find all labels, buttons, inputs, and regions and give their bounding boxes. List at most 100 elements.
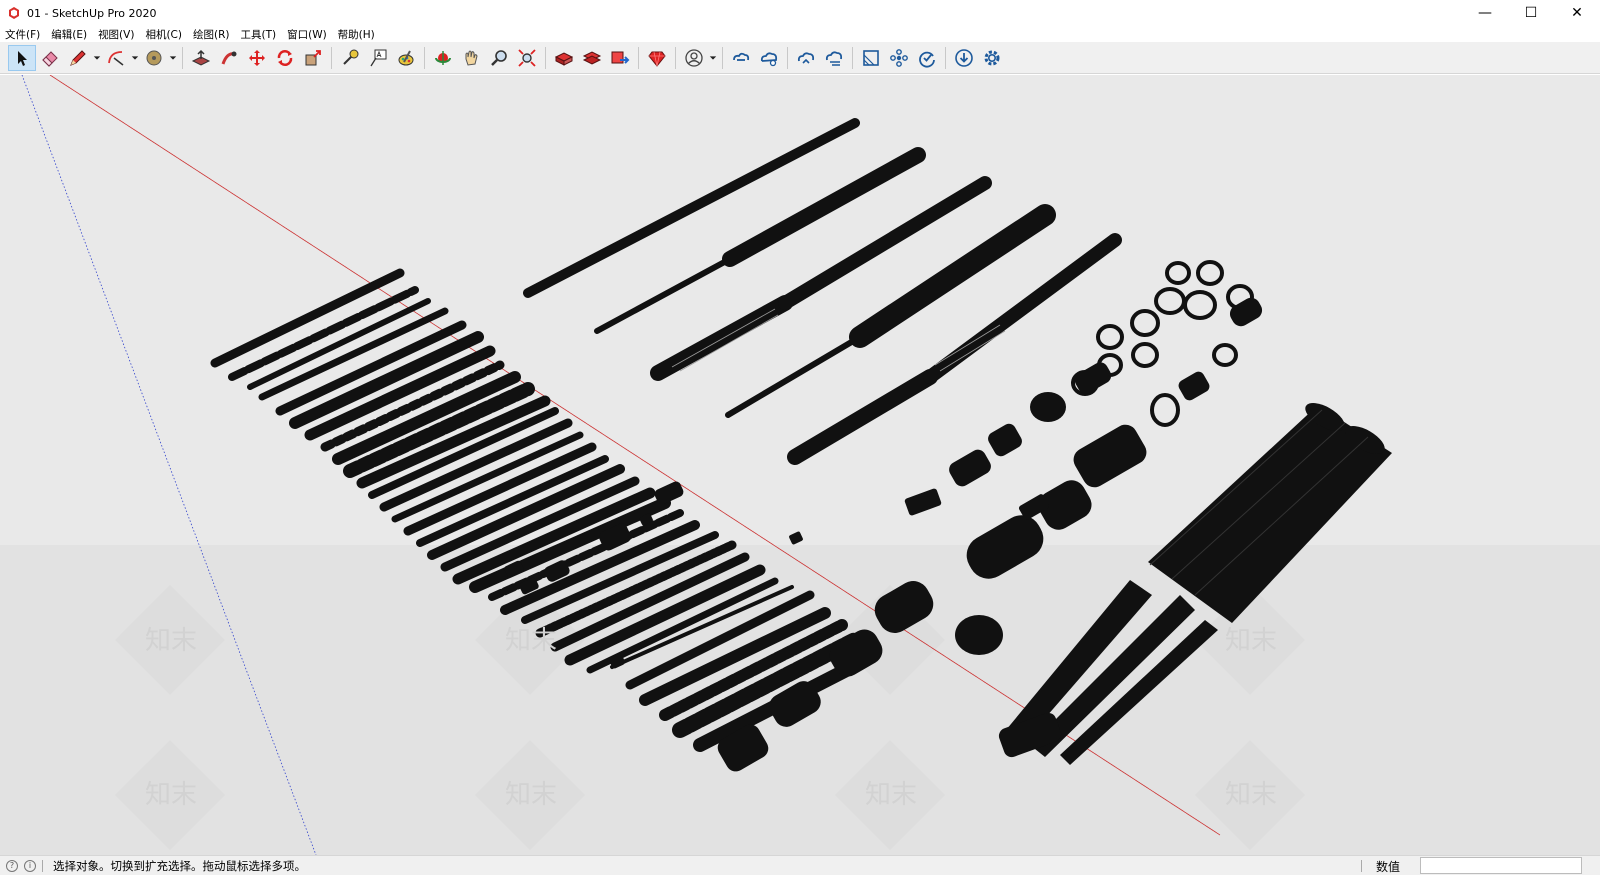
push-pull-tool-button[interactable] [187, 45, 215, 71]
tape-measure-icon [343, 49, 359, 65]
cloud-share-button[interactable] [755, 45, 783, 71]
status-message: 选择对象。切换到扩充选择。拖动鼠标选择多项。 [53, 858, 306, 873]
menu-window[interactable]: 窗口(W) [287, 27, 327, 42]
settings-icon [984, 50, 1000, 65]
rotate-icon [277, 49, 293, 66]
user-account-dropdown[interactable] [708, 45, 718, 71]
arc-icon [108, 50, 124, 66]
section-plane-button[interactable] [857, 45, 885, 71]
refresh-icon [919, 51, 935, 68]
main-toolbar [0, 42, 1600, 74]
ring-cluster-parts [904, 297, 1263, 520]
text-tool-button[interactable] [364, 45, 392, 71]
measurements-input[interactable] [1420, 857, 1582, 874]
cloud-upload-icon [797, 51, 815, 64]
cloud-sync-button[interactable] [820, 45, 848, 71]
watermark-text: 知末 [505, 780, 557, 810]
settings-button[interactable] [978, 45, 1006, 71]
line-tool-dropdown[interactable] [92, 45, 102, 71]
menu-view[interactable]: 视图(V) [98, 27, 134, 42]
pan-icon [465, 50, 478, 66]
watermark-text: 知末 [865, 780, 917, 810]
zoom-extents-tool-button[interactable] [513, 45, 541, 71]
cloud-share-icon [760, 51, 778, 66]
tape-measure-tool-button[interactable] [336, 45, 364, 71]
shape-tool-dropdown[interactable] [168, 45, 178, 71]
refresh-check-button[interactable] [913, 45, 941, 71]
eraser-tool-button[interactable] [36, 45, 64, 71]
extension-warehouse-icon [582, 50, 602, 65]
scale-tool-button[interactable] [299, 45, 327, 71]
arc-tool-dropdown[interactable] [130, 45, 140, 71]
follow-me-tool-button[interactable] [215, 45, 243, 71]
maximize-button[interactable]: ☐ [1508, 0, 1554, 26]
model-scene: 知末 知末 知末 知末 知末 知末 知末 [0, 75, 1600, 855]
title-bar: 01 - SketchUp Pro 2020 — ☐ ✕ [0, 0, 1600, 26]
paint-tool-button[interactable] [392, 45, 420, 71]
toolbar-separator [852, 46, 853, 69]
warehouse-icon [554, 51, 574, 66]
watermark-text: 知末 [505, 626, 557, 656]
toolbar-separator [787, 46, 788, 69]
pan-tool-button[interactable] [457, 45, 485, 71]
follow-me-icon [221, 51, 237, 65]
sketchup-logo-icon [9, 7, 19, 19]
minimize-button[interactable]: — [1462, 0, 1508, 26]
orbit-icon [435, 50, 451, 65]
close-button[interactable]: ✕ [1554, 0, 1600, 26]
3d-warehouse-button[interactable] [550, 45, 578, 71]
chevron-down-icon [169, 55, 177, 60]
solid-tools-icon [890, 48, 908, 67]
trimble-connect-button[interactable] [727, 45, 755, 71]
zoom-icon [491, 49, 507, 66]
orbit-tool-button[interactable] [429, 45, 457, 71]
send-to-layout-button[interactable] [606, 45, 634, 71]
send-to-layout-icon [611, 51, 630, 64]
zoom-tool-button[interactable] [485, 45, 513, 71]
solid-tools-button[interactable] [885, 45, 913, 71]
menu-help[interactable]: 帮助(H) [338, 27, 375, 42]
model-viewport[interactable]: 知末 知末 知末 知末 知末 知末 知末 [0, 75, 1600, 855]
ruby-icon [648, 51, 666, 67]
user-account-button[interactable] [680, 45, 708, 71]
toolbar-separator [182, 46, 183, 69]
info-icon[interactable]: i [24, 859, 36, 872]
menu-camera[interactable]: 相机(C) [145, 27, 182, 42]
line-tool-button[interactable] [64, 45, 92, 71]
ring-parts [1071, 260, 1254, 427]
text-icon [370, 49, 387, 66]
menu-file[interactable]: 文件(F) [5, 27, 40, 42]
menu-draw[interactable]: 绘图(R) [193, 27, 230, 42]
select-tool-button[interactable] [8, 44, 36, 71]
ruby-console-button[interactable] [643, 45, 671, 71]
trimble-connect-icon [733, 52, 750, 61]
long-shafts-top [523, 118, 1122, 465]
chevron-down-icon [131, 55, 139, 60]
window-title: 01 - SketchUp Pro 2020 [27, 6, 157, 20]
paint-icon [398, 50, 414, 65]
chevron-down-icon [709, 55, 717, 60]
scale-icon [305, 49, 321, 65]
zoom-extents-icon [518, 48, 536, 67]
shape-tool-button[interactable] [140, 45, 168, 71]
menu-tools[interactable]: 工具(T) [240, 27, 276, 42]
pencil-line-icon [70, 49, 86, 66]
geolocation-icon[interactable]: ? [6, 859, 18, 872]
watermark-text: 知末 [1225, 626, 1277, 656]
chevron-down-icon [93, 55, 101, 60]
arc-tool-button[interactable] [102, 45, 130, 71]
watermark-text: 知末 [1225, 780, 1277, 810]
move-tool-button[interactable] [243, 45, 271, 71]
download-button[interactable] [950, 45, 978, 71]
eraser-icon [42, 50, 58, 67]
toolbar-separator [331, 46, 332, 69]
toolbar-separator [638, 46, 639, 69]
cloud-upload-button[interactable] [792, 45, 820, 71]
rotate-tool-button[interactable] [271, 45, 299, 71]
toolbar-separator [722, 46, 723, 69]
menu-edit[interactable]: 编辑(E) [51, 27, 87, 42]
extension-warehouse-button[interactable] [578, 45, 606, 71]
move-icon [249, 49, 265, 66]
cloud-sync-icon [825, 50, 843, 66]
select-icon [18, 50, 27, 66]
